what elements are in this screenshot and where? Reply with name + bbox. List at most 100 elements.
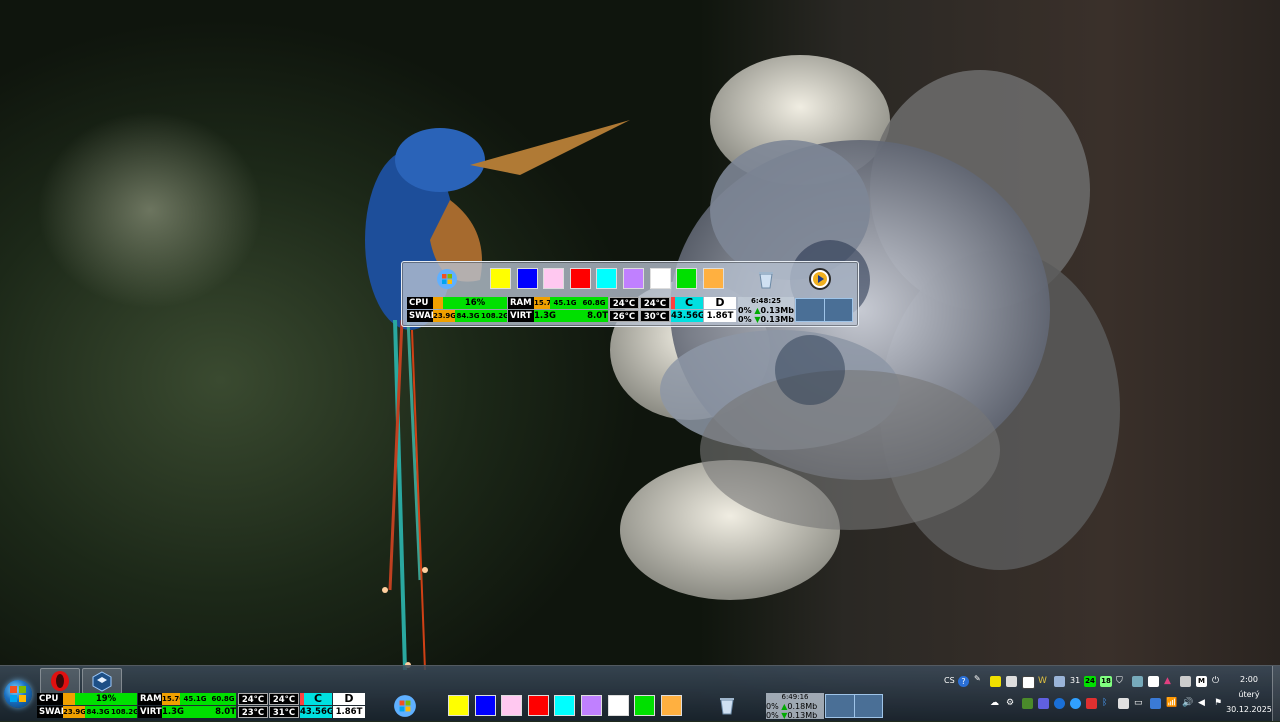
windows-orb-icon[interactable]: [436, 268, 458, 290]
tb-temp-top-2: 24°C: [269, 693, 299, 705]
tb-temp-top-1: 24°C: [238, 693, 268, 705]
gear-icon[interactable]: ⚙: [1006, 698, 1017, 709]
taskbar-system-monitor: CPU 19% SWAP 23.9G 84.3G 108.2G RAM 15.7…: [37, 693, 367, 719]
tb-network-time: 6:49:16: [781, 693, 809, 701]
tb-ram-total: 60.8G: [210, 693, 236, 705]
network-up-percent: 0%: [738, 306, 752, 315]
taskbar-color-swatch[interactable]: [527, 695, 549, 716]
cpu-graph-bar: [433, 297, 443, 309]
opera-taskbar-button[interactable]: [40, 668, 80, 694]
network-up-rate: 0.13Mb: [760, 306, 794, 315]
drive-c-size: 43.56G: [671, 310, 703, 322]
tb-network-meter: 6:49:16 0% ▲0.18Mb 0% ▼0.13Mb: [766, 693, 824, 720]
tb-network-down-percent: 0%: [766, 711, 779, 720]
power-icon[interactable]: ⏻: [1212, 676, 1223, 687]
tb-drive-c-letter: C: [304, 693, 332, 705]
opera-icon: [51, 671, 69, 691]
start-button[interactable]: [4, 680, 32, 708]
speaker-icon[interactable]: ◀: [1198, 698, 1209, 709]
color-swatch[interactable]: [676, 268, 698, 289]
color-swatch[interactable]: [596, 268, 618, 289]
app-taskbar-button[interactable]: [82, 668, 122, 694]
keyboard-icon[interactable]: [1006, 676, 1017, 687]
taskbar-color-swatch[interactable]: [448, 695, 469, 716]
color-swatch[interactable]: [623, 268, 644, 289]
tb-network-graph: [825, 694, 883, 718]
network-down-percent: 0%: [738, 315, 752, 324]
ram-label: RAM: [508, 297, 534, 309]
help-icon[interactable]: ?: [958, 676, 969, 687]
widget-system-monitor: CPU 16% SWAP 23.9G 84.3G 108.2G RAM 15.7…: [407, 297, 855, 324]
tb-windows-orb-icon[interactable]: [393, 694, 417, 718]
settings-app-icon[interactable]: [1022, 676, 1035, 689]
tb-cpu-graph-bar: [63, 693, 75, 705]
monitor-icon[interactable]: ▭: [1134, 698, 1145, 709]
grid-icon[interactable]: [1180, 676, 1191, 687]
temp-top-2: 24°C: [640, 297, 670, 309]
m-app-icon[interactable]: M: [1196, 676, 1207, 687]
tb-virt-total: 8.0T: [199, 706, 236, 718]
taskbar-color-swatch[interactable]: [660, 695, 682, 716]
color-swatch[interactable]: [702, 268, 724, 289]
clock-date: 30.12.2025: [1226, 705, 1272, 714]
green-app-icon[interactable]: [1022, 698, 1033, 709]
recycle-bin-icon[interactable]: [755, 268, 777, 290]
temp-bottom-1: 26°C: [609, 310, 639, 322]
color-swatch[interactable]: [516, 268, 538, 289]
window-icon[interactable]: [1118, 698, 1129, 709]
tb-recycle-bin-icon[interactable]: [716, 694, 738, 716]
desktop-widget-panel[interactable]: CPU 16% SWAP 23.9G 84.3G 108.2G RAM 15.7…: [401, 261, 859, 327]
bluetooth-icon[interactable]: ᛒ: [1102, 698, 1113, 709]
flag-icon[interactable]: ⚑: [1214, 698, 1225, 709]
taskbar-color-swatch[interactable]: [634, 695, 656, 716]
taskbar-color-swatch[interactable]: [501, 695, 523, 716]
taskbar-color-swatch[interactable]: [607, 695, 629, 716]
tb-swap-total: 108.2G: [111, 706, 137, 718]
purple-app-icon[interactable]: [1038, 698, 1049, 709]
swap-total: 108.2G: [481, 310, 507, 322]
cube-app-icon: [92, 671, 112, 692]
red-app-icon[interactable]: [1086, 698, 1097, 709]
badge-b[interactable]: 18: [1100, 676, 1112, 687]
clock-time: 2:00: [1240, 675, 1258, 684]
network-icon[interactable]: [1070, 698, 1081, 709]
notes-icon[interactable]: [990, 676, 1001, 687]
tb-swap-used: 23.9G: [63, 706, 85, 718]
color-swatch[interactable]: [569, 268, 591, 289]
w-app-icon[interactable]: W: [1038, 676, 1049, 687]
color-swatch[interactable]: [649, 268, 671, 289]
taskbar-color-swatch[interactable]: [554, 695, 576, 716]
tb-network-down-rate: 0.13Mb: [787, 711, 818, 720]
taskbar-color-swatch[interactable]: [474, 695, 496, 716]
triangle-icon[interactable]: ▲: [1164, 676, 1175, 687]
badge-a[interactable]: 24: [1084, 676, 1096, 687]
network-graph: [795, 298, 853, 322]
volume-icon[interactable]: 🔊: [1182, 698, 1193, 709]
temp-bottom-2: 30°C: [640, 310, 670, 322]
network-time: 6:48:25: [751, 297, 781, 305]
clock[interactable]: 2:00 úterý 30.12.2025: [1226, 672, 1272, 717]
app-tray-icon[interactable]: [1132, 676, 1143, 687]
taskbar-color-swatch[interactable]: [581, 695, 602, 716]
pen-icon[interactable]: ✎: [974, 674, 985, 685]
cpu-label: CPU: [407, 297, 433, 309]
puzzle-icon[interactable]: [1148, 676, 1159, 687]
signal-icon[interactable]: 📶: [1166, 698, 1177, 709]
tb-swap-free: 84.3G: [85, 706, 111, 718]
tb-drive-d-letter: D: [333, 693, 365, 705]
cloud-icon[interactable]: ☁: [990, 698, 1001, 709]
virt-label: VIRT: [508, 310, 534, 322]
globe-icon[interactable]: [1054, 698, 1065, 709]
language-indicator[interactable]: CS: [944, 676, 955, 685]
color-swatch[interactable]: [543, 268, 565, 289]
windows-logo-icon: [10, 686, 26, 702]
calendar-day[interactable]: 31: [1070, 676, 1080, 685]
blue-app-icon[interactable]: [1150, 698, 1161, 709]
show-desktop-button[interactable]: [1272, 666, 1280, 721]
taskbar: CPU 19% SWAP 23.9G 84.3G 108.2G RAM 15.7…: [0, 665, 1280, 721]
color-swatch[interactable]: [490, 268, 511, 289]
filter-icon[interactable]: ⛉: [1116, 676, 1127, 687]
disk-icon[interactable]: [1054, 676, 1065, 687]
media-player-icon[interactable]: [809, 268, 831, 290]
wallpaper-hummingbird: [365, 120, 630, 670]
